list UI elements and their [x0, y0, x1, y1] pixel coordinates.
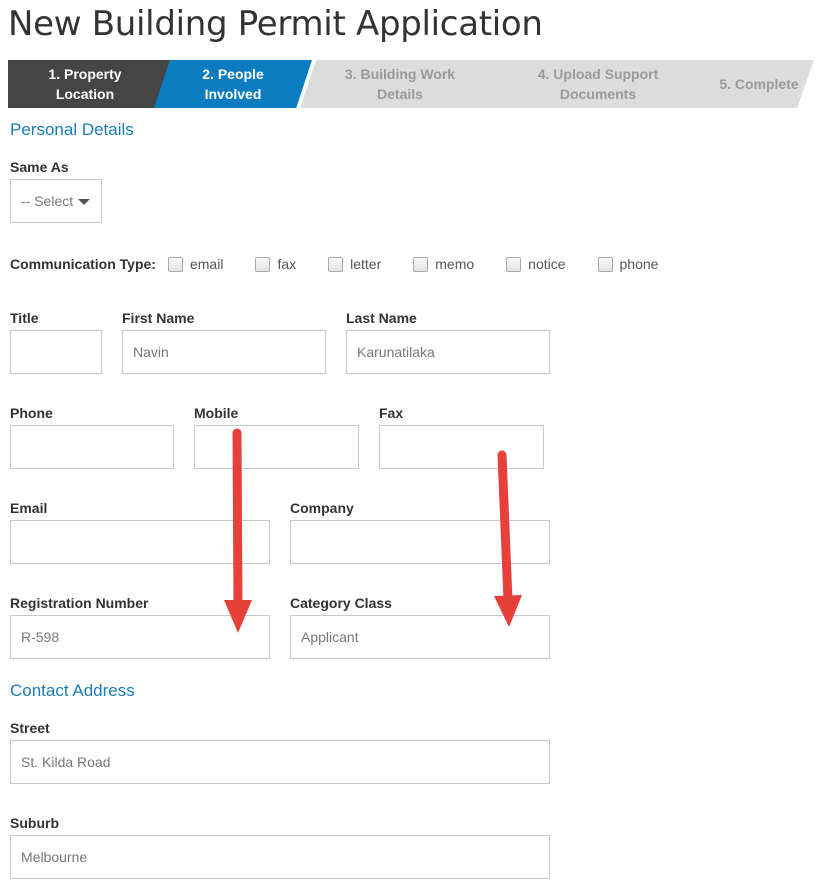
- registration-number-field[interactable]: [10, 615, 270, 659]
- same-as-select[interactable]: -- Select: [10, 179, 102, 223]
- step-label: Documents: [559, 86, 637, 102]
- first-name-field[interactable]: [122, 330, 326, 374]
- email-field[interactable]: [10, 520, 270, 564]
- checkbox-icon[interactable]: [506, 256, 522, 272]
- step-label: Involved: [204, 86, 262, 102]
- communication-type-label: Communication Type:: [10, 256, 156, 272]
- checkbox-label: letter: [350, 256, 382, 272]
- page-title: New Building Permit Application: [8, 4, 543, 44]
- checkbox-label: email: [189, 256, 224, 272]
- mobile-label: Mobile: [194, 405, 239, 421]
- step-label: 4. Upload Support: [537, 66, 659, 82]
- step-label: 1. Property: [48, 66, 122, 82]
- step-complete[interactable]: 5. Complete: [694, 60, 814, 108]
- suburb-label: Suburb: [10, 815, 59, 831]
- same-as-value: -- Select: [21, 193, 74, 209]
- step-label: 3. Building Work: [344, 66, 456, 82]
- checkbox-phone[interactable]: phone: [597, 256, 659, 272]
- checkbox-icon[interactable]: [255, 256, 271, 272]
- checkbox-notice[interactable]: notice: [506, 256, 566, 272]
- step-people-involved[interactable]: 2. People Involved: [154, 60, 312, 108]
- checkbox-icon[interactable]: [167, 256, 183, 272]
- checkbox-letter[interactable]: letter: [328, 256, 381, 272]
- checkbox-label: notice: [528, 256, 566, 272]
- street-field[interactable]: [10, 740, 550, 784]
- phone-label: Phone: [10, 405, 53, 421]
- title-label: Title: [10, 310, 39, 326]
- last-name-label: Last Name: [346, 310, 417, 326]
- email-label: Email: [10, 500, 48, 516]
- communication-type-row: Communication Type: email fax letter mem…: [10, 254, 690, 274]
- last-name-field[interactable]: [346, 330, 550, 374]
- step-property-location[interactable]: 1. Property Location: [8, 60, 180, 108]
- step-label: Location: [55, 86, 115, 102]
- checkbox-fax[interactable]: fax: [255, 256, 296, 272]
- registration-number-label: Registration Number: [10, 595, 149, 611]
- same-as-label: Same As: [10, 159, 69, 175]
- step-upload-support-documents[interactable]: 4. Upload Support Documents: [474, 60, 722, 108]
- contact-address-heading: Contact Address: [10, 681, 135, 700]
- company-label: Company: [290, 500, 354, 516]
- checkbox-icon[interactable]: [328, 256, 344, 272]
- title-field[interactable]: [10, 330, 102, 374]
- wizard-stepper: 1. Property Location 2. People Involved 3.…: [8, 60, 814, 108]
- fax-field[interactable]: [379, 425, 544, 469]
- mobile-field[interactable]: [194, 425, 359, 469]
- suburb-field[interactable]: [10, 835, 550, 879]
- checkbox-memo[interactable]: memo: [413, 256, 474, 272]
- step-label: Details: [377, 86, 423, 102]
- checkbox-label: phone: [619, 256, 659, 272]
- company-field[interactable]: [290, 520, 550, 564]
- category-class-field[interactable]: [290, 615, 550, 659]
- street-label: Street: [10, 720, 50, 736]
- fax-label: Fax: [379, 405, 404, 421]
- checkbox-icon[interactable]: [597, 256, 613, 272]
- step-label: 5. Complete: [719, 76, 799, 92]
- step-label: 2. People: [202, 66, 264, 82]
- checkbox-email[interactable]: email: [167, 256, 224, 272]
- caret-down-icon: [78, 199, 91, 205]
- checkbox-label: fax: [277, 256, 297, 272]
- first-name-label: First Name: [122, 310, 195, 326]
- category-class-label: Category Class: [290, 595, 392, 611]
- phone-field[interactable]: [10, 425, 174, 469]
- checkbox-icon[interactable]: [413, 256, 429, 272]
- checkbox-label: memo: [435, 256, 475, 272]
- step-building-work-details[interactable]: 3. Building Work Details: [300, 60, 500, 108]
- personal-details-heading: Personal Details: [10, 120, 134, 139]
